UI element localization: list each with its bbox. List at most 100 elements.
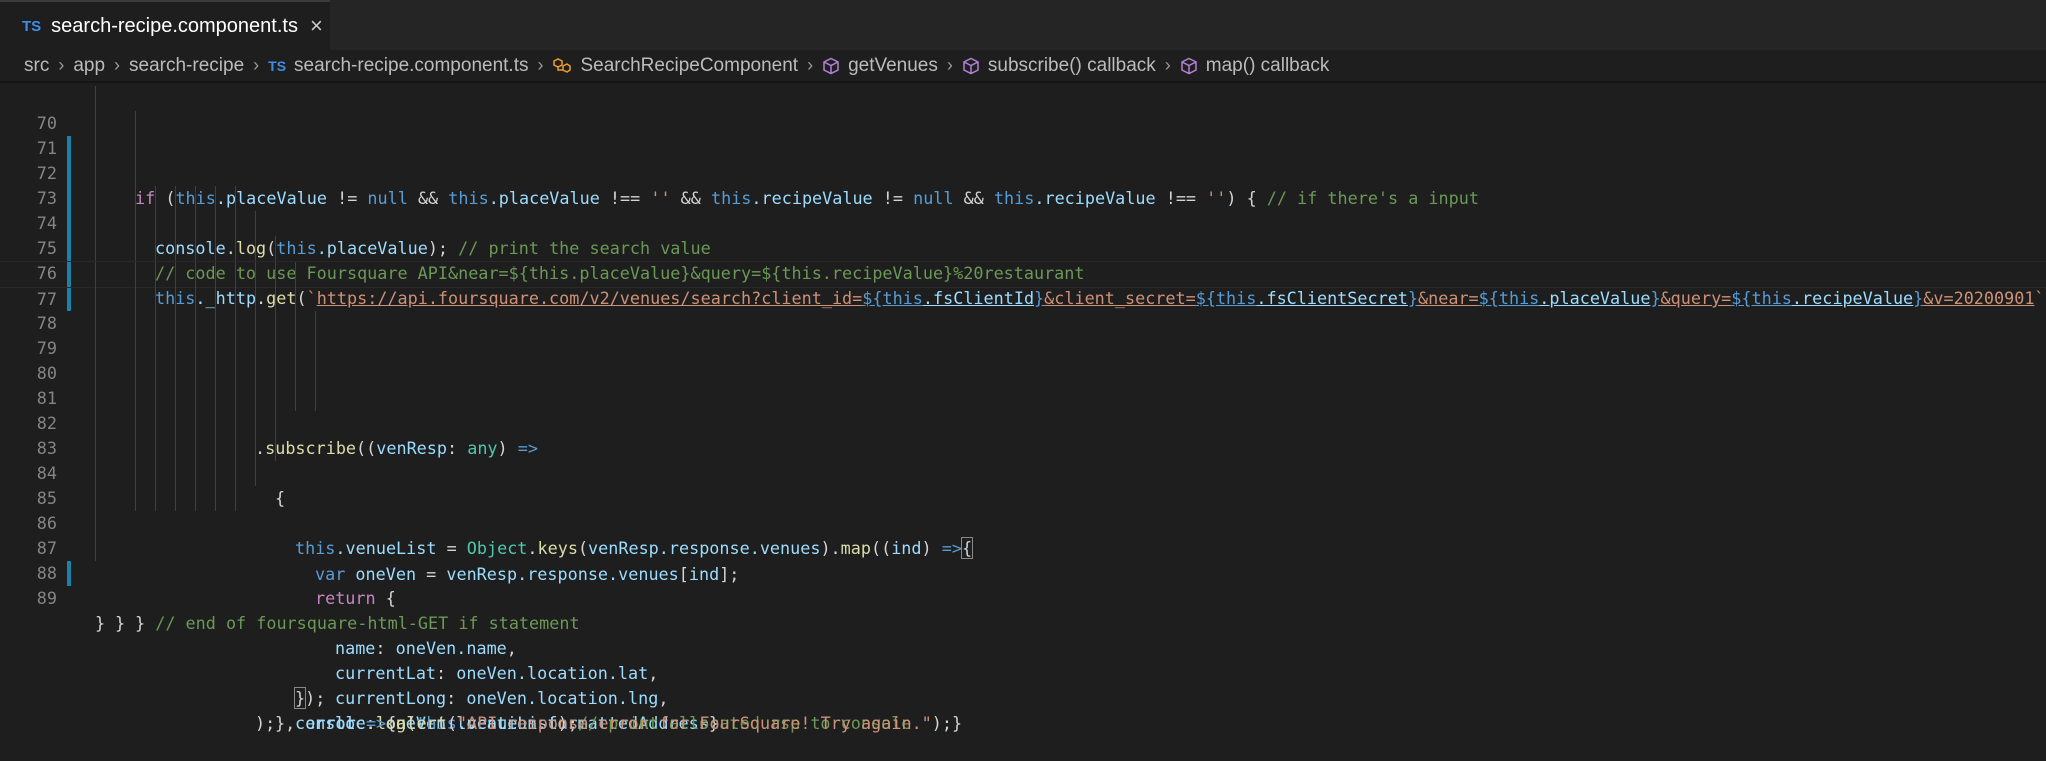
- code-line: 89 }: [0, 561, 2046, 633]
- code-text: }: [95, 613, 106, 633]
- indent-guide: [155, 411, 156, 436]
- breadcrumb-item-getvenues[interactable]: getVenues: [822, 55, 938, 77]
- indent-guide: [155, 436, 156, 461]
- indent-guide: [155, 286, 156, 311]
- code-line: 76 this.venueList = Object.keys(venResp.…: [0, 236, 2046, 559]
- indent-guide: [95, 536, 96, 561]
- breadcrumb-item-src[interactable]: src: [24, 55, 49, 77]
- indent-guide: [195, 262, 196, 287]
- indent-guide: [195, 186, 196, 211]
- code-line: 85 }, error =>{alert("API response error…: [0, 461, 2046, 733]
- indent-guide: [315, 311, 316, 336]
- indent-guide: [255, 286, 256, 311]
- method-icon: [962, 57, 980, 75]
- indent-guide: [235, 236, 236, 261]
- indent-guide: [255, 311, 256, 336]
- indent-guide: [135, 161, 136, 186]
- indent-guide: [295, 361, 296, 386]
- indent-guide: [215, 286, 216, 311]
- indent-guide: [195, 211, 196, 236]
- code-line-current: 77 var oneVen = venResp.response.venues[…: [0, 261, 2046, 584]
- breadcrumb-label: SearchRecipeComponent: [580, 54, 799, 76]
- indent-guide: [135, 311, 136, 336]
- code-text: }: [115, 613, 126, 633]
- breadcrumb-item-app[interactable]: app: [73, 55, 105, 77]
- chevron-right-icon: ›: [58, 55, 65, 75]
- indent-guide: [95, 336, 96, 361]
- indent-guide: [215, 211, 216, 236]
- indent-guide: [195, 286, 196, 311]
- indent-guide: [95, 286, 96, 311]
- code-line: 75 {: [0, 211, 2046, 508]
- indent-guide: [135, 236, 136, 261]
- indent-guide: [175, 461, 176, 486]
- indent-guide: [255, 411, 256, 436]
- indent-guide: [275, 411, 276, 436]
- code-line: 83 });: [0, 411, 2046, 709]
- breadcrumb-item-search-recipe[interactable]: search-recipe: [129, 55, 244, 77]
- indent-guide: [95, 186, 96, 211]
- indent-guide: [235, 311, 236, 336]
- indent-guide: [155, 262, 156, 287]
- indent-guide: [235, 186, 236, 211]
- indent-guide: [135, 411, 136, 436]
- indent-guide: [255, 436, 256, 461]
- indent-guide: [195, 486, 196, 511]
- indent-guide: [315, 386, 316, 411]
- breadcrumb-item-class[interactable]: SearchRecipeComponent: [552, 55, 798, 77]
- indent-guide: [255, 336, 256, 361]
- indent-guide: [275, 386, 276, 411]
- breadcrumb-item-subscribe-callback[interactable]: subscribe() callback: [962, 55, 1156, 77]
- breadcrumb-item-file[interactable]: TS search-recipe.component.ts: [268, 55, 528, 77]
- code-line: 73 this._http.get(`https://api.foursquar…: [0, 161, 2046, 308]
- indent-guide: [95, 361, 96, 386]
- code-line: 72 // code to use Foursquare API&near=${…: [0, 136, 2046, 283]
- indent-guide: [95, 136, 96, 161]
- indent-guide: [95, 436, 96, 461]
- editor-tab[interactable]: TS search-recipe.component.ts ×: [0, 0, 330, 50]
- breadcrumb-item-map-callback[interactable]: map() callback: [1180, 55, 1329, 77]
- indent-guide: [195, 361, 196, 386]
- tab-label: search-recipe.component.ts: [51, 14, 298, 37]
- code-editor[interactable]: 70 if (this.placeValue != null && this.p…: [0, 84, 2046, 733]
- indent-guide: [95, 386, 96, 411]
- indent-guide: [255, 386, 256, 411]
- indent-guide: [95, 211, 96, 236]
- indent-guide: [215, 361, 216, 386]
- code-text: });: [293, 687, 326, 709]
- indent-guide: [135, 186, 136, 211]
- chevron-right-icon: ›: [946, 55, 953, 75]
- indent-guide: [155, 211, 156, 236]
- indent-guide: [235, 211, 236, 236]
- indent-guide: [95, 111, 96, 136]
- code-line: 87 } // end of foursquare-html-GET if st…: [0, 511, 2046, 633]
- indent-guide: [135, 436, 136, 461]
- chevron-right-icon: ›: [114, 55, 121, 75]
- code-line: 70 if (this.placeValue != null && this.p…: [0, 86, 2046, 208]
- indent-guide: [95, 511, 96, 536]
- code-text: return {: [315, 588, 396, 608]
- indent-guide: [135, 262, 136, 287]
- indent-guide: [95, 461, 96, 486]
- method-icon: [1180, 57, 1198, 75]
- indent-guide: [295, 311, 296, 336]
- method-icon: [822, 57, 840, 75]
- indent-guide: [135, 361, 136, 386]
- indent-guide: [95, 411, 96, 436]
- indent-guide: [135, 386, 136, 411]
- indent-guide: [95, 486, 96, 511]
- close-icon[interactable]: ×: [310, 13, 323, 39]
- indent-guide: [95, 236, 96, 261]
- indent-guide: [215, 486, 216, 511]
- indent-guide: [235, 436, 236, 461]
- indent-guide: [235, 336, 236, 361]
- indent-guide: [235, 386, 236, 411]
- code-text: currentLat: oneVen.location.lat,: [335, 663, 659, 683]
- code-line: 88 }: [0, 536, 2046, 633]
- indent-guide: [155, 486, 156, 511]
- indent-guide: [135, 486, 136, 511]
- indent-guide: [275, 361, 276, 386]
- indent-guide: [275, 311, 276, 336]
- indent-guide: [215, 186, 216, 211]
- indent-guide: [275, 336, 276, 361]
